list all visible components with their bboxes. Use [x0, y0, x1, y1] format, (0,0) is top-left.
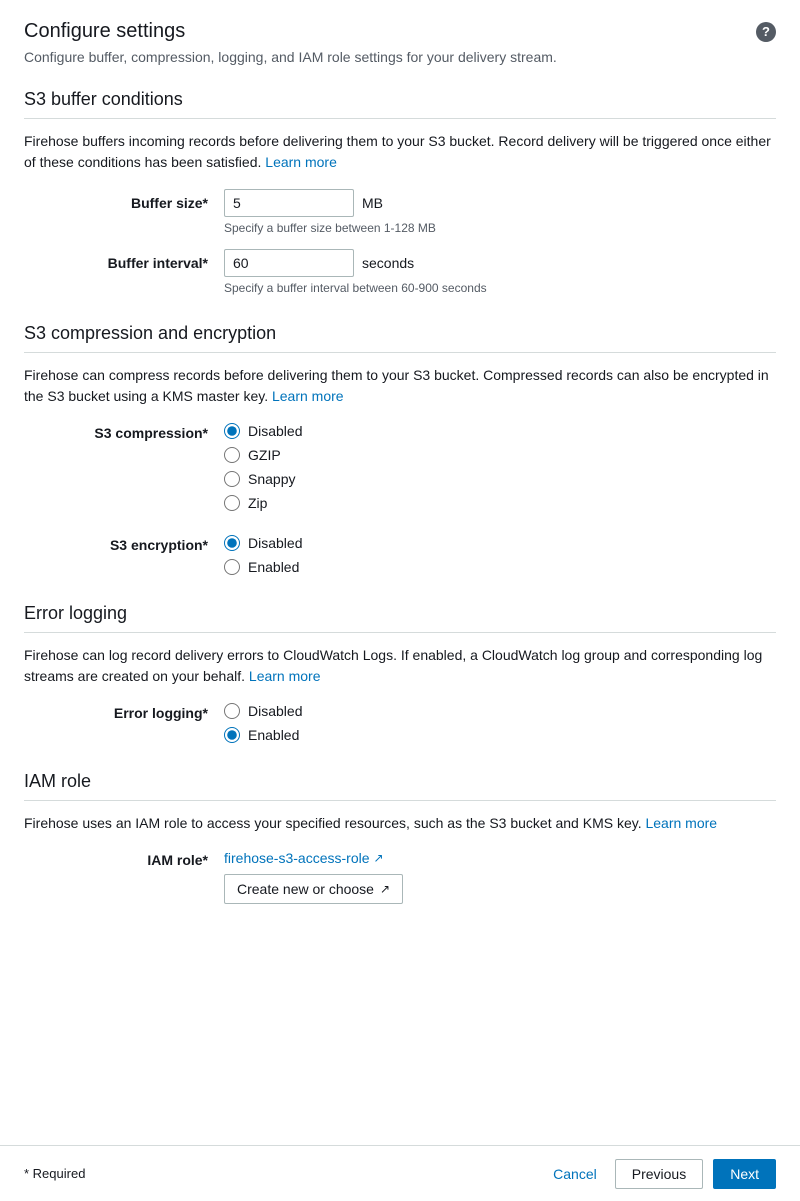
logging-label: Error logging* — [24, 703, 224, 721]
s3-buffer-title: S3 buffer conditions — [24, 89, 776, 119]
s3-buffer-desc: Firehose buffers incoming records before… — [24, 131, 776, 173]
compression-radio-gzip[interactable] — [224, 447, 240, 463]
buffer-size-hint: Specify a buffer size between 1-128 MB — [224, 221, 436, 235]
cancel-button[interactable]: Cancel — [545, 1160, 605, 1188]
buffer-size-label: Buffer size* — [24, 189, 224, 211]
compression-label-disabled: Disabled — [248, 423, 302, 439]
iam-role-value: firehose-s3-access-role — [224, 850, 370, 866]
logging-row: Error logging* Disabled Enabled — [24, 703, 776, 743]
encryption-radio-enabled[interactable] — [224, 559, 240, 575]
compression-radio-disabled[interactable] — [224, 423, 240, 439]
compression-option-disabled[interactable]: Disabled — [224, 423, 302, 439]
compression-radio-snappy[interactable] — [224, 471, 240, 487]
encryption-radio-group: Disabled Enabled — [224, 535, 302, 575]
compression-label-zip: Zip — [248, 495, 267, 511]
iam-role-section: IAM role Firehose uses an IAM role to ac… — [24, 771, 776, 904]
footer: * Required Cancel Previous Next — [0, 1145, 800, 1201]
required-text: * Required — [24, 1166, 85, 1181]
iam-role-title: IAM role — [24, 771, 776, 801]
buffer-interval-row: Buffer interval* seconds Specify a buffe… — [24, 249, 776, 295]
compression-option-zip[interactable]: Zip — [224, 495, 302, 511]
encryption-label-disabled: Disabled — [248, 535, 302, 551]
buffer-size-input[interactable] — [224, 189, 354, 217]
encryption-label-enabled: Enabled — [248, 559, 299, 575]
logging-option-disabled[interactable]: Disabled — [224, 703, 302, 719]
buffer-size-inline: MB — [224, 189, 436, 217]
iam-role-desc: Firehose uses an IAM role to access your… — [24, 813, 776, 834]
buffer-interval-control: seconds Specify a buffer interval betwee… — [224, 249, 487, 295]
create-btn-icon: ↗ — [380, 882, 390, 896]
s3-compression-desc: Firehose can compress records before del… — [24, 365, 776, 407]
logging-label-disabled: Disabled — [248, 703, 302, 719]
compression-radio-zip[interactable] — [224, 495, 240, 511]
compression-radio-group: Disabled GZIP Snappy Zip — [224, 423, 302, 511]
logging-label-enabled: Enabled — [248, 727, 299, 743]
compression-option-gzip[interactable]: GZIP — [224, 447, 302, 463]
buffer-size-unit: MB — [362, 195, 383, 211]
logging-radio-group: Disabled Enabled — [224, 703, 302, 743]
create-new-button[interactable]: Create new or choose ↗ — [224, 874, 403, 904]
logging-radio-enabled[interactable] — [224, 727, 240, 743]
compression-label-snappy: Snappy — [248, 471, 295, 487]
buffer-size-row: Buffer size* MB Specify a buffer size be… — [24, 189, 776, 235]
compression-row: S3 compression* Disabled GZIP Snappy Zip — [24, 423, 776, 511]
page-subtitle: Configure buffer, compression, logging, … — [24, 49, 776, 65]
iam-role-label: IAM role* — [24, 850, 224, 868]
encryption-row: S3 encryption* Disabled Enabled — [24, 535, 776, 575]
buffer-interval-inline: seconds — [224, 249, 487, 277]
help-icon[interactable]: ? — [756, 22, 776, 42]
error-logging-section: Error logging Firehose can log record de… — [24, 603, 776, 743]
next-button[interactable]: Next — [713, 1159, 776, 1189]
buffer-interval-input[interactable] — [224, 249, 354, 277]
s3-buffer-learn-more[interactable]: Learn more — [265, 154, 337, 170]
encryption-option-enabled[interactable]: Enabled — [224, 559, 302, 575]
external-link-icon: ↗ — [374, 851, 384, 865]
s3-compression-section: S3 compression and encryption Firehose c… — [24, 323, 776, 575]
error-logging-learn-more[interactable]: Learn more — [249, 668, 321, 684]
page-title: Configure settings — [24, 20, 185, 43]
encryption-option-disabled[interactable]: Disabled — [224, 535, 302, 551]
error-logging-desc: Firehose can log record delivery errors … — [24, 645, 776, 687]
buffer-interval-label: Buffer interval* — [24, 249, 224, 271]
previous-button[interactable]: Previous — [615, 1159, 703, 1189]
iam-role-learn-more[interactable]: Learn more — [645, 815, 717, 831]
encryption-label: S3 encryption* — [24, 535, 224, 553]
error-logging-title: Error logging — [24, 603, 776, 633]
s3-buffer-section: S3 buffer conditions Firehose buffers in… — [24, 89, 776, 295]
footer-actions: Cancel Previous Next — [545, 1159, 776, 1189]
iam-role-row: IAM role* firehose-s3-access-role ↗ Crea… — [24, 850, 776, 904]
compression-option-snappy[interactable]: Snappy — [224, 471, 302, 487]
encryption-radio-disabled[interactable] — [224, 535, 240, 551]
buffer-interval-hint: Specify a buffer interval between 60-900… — [224, 281, 487, 295]
logging-option-enabled[interactable]: Enabled — [224, 727, 302, 743]
s3-compression-learn-more[interactable]: Learn more — [272, 388, 344, 404]
buffer-interval-unit: seconds — [362, 255, 414, 271]
buffer-size-control: MB Specify a buffer size between 1-128 M… — [224, 189, 436, 235]
s3-compression-title: S3 compression and encryption — [24, 323, 776, 353]
compression-label: S3 compression* — [24, 423, 224, 441]
iam-role-link[interactable]: firehose-s3-access-role ↗ — [224, 850, 403, 866]
create-btn-label: Create new or choose — [237, 881, 374, 897]
logging-radio-disabled[interactable] — [224, 703, 240, 719]
iam-role-control: firehose-s3-access-role ↗ Create new or … — [224, 850, 403, 904]
compression-label-gzip: GZIP — [248, 447, 281, 463]
